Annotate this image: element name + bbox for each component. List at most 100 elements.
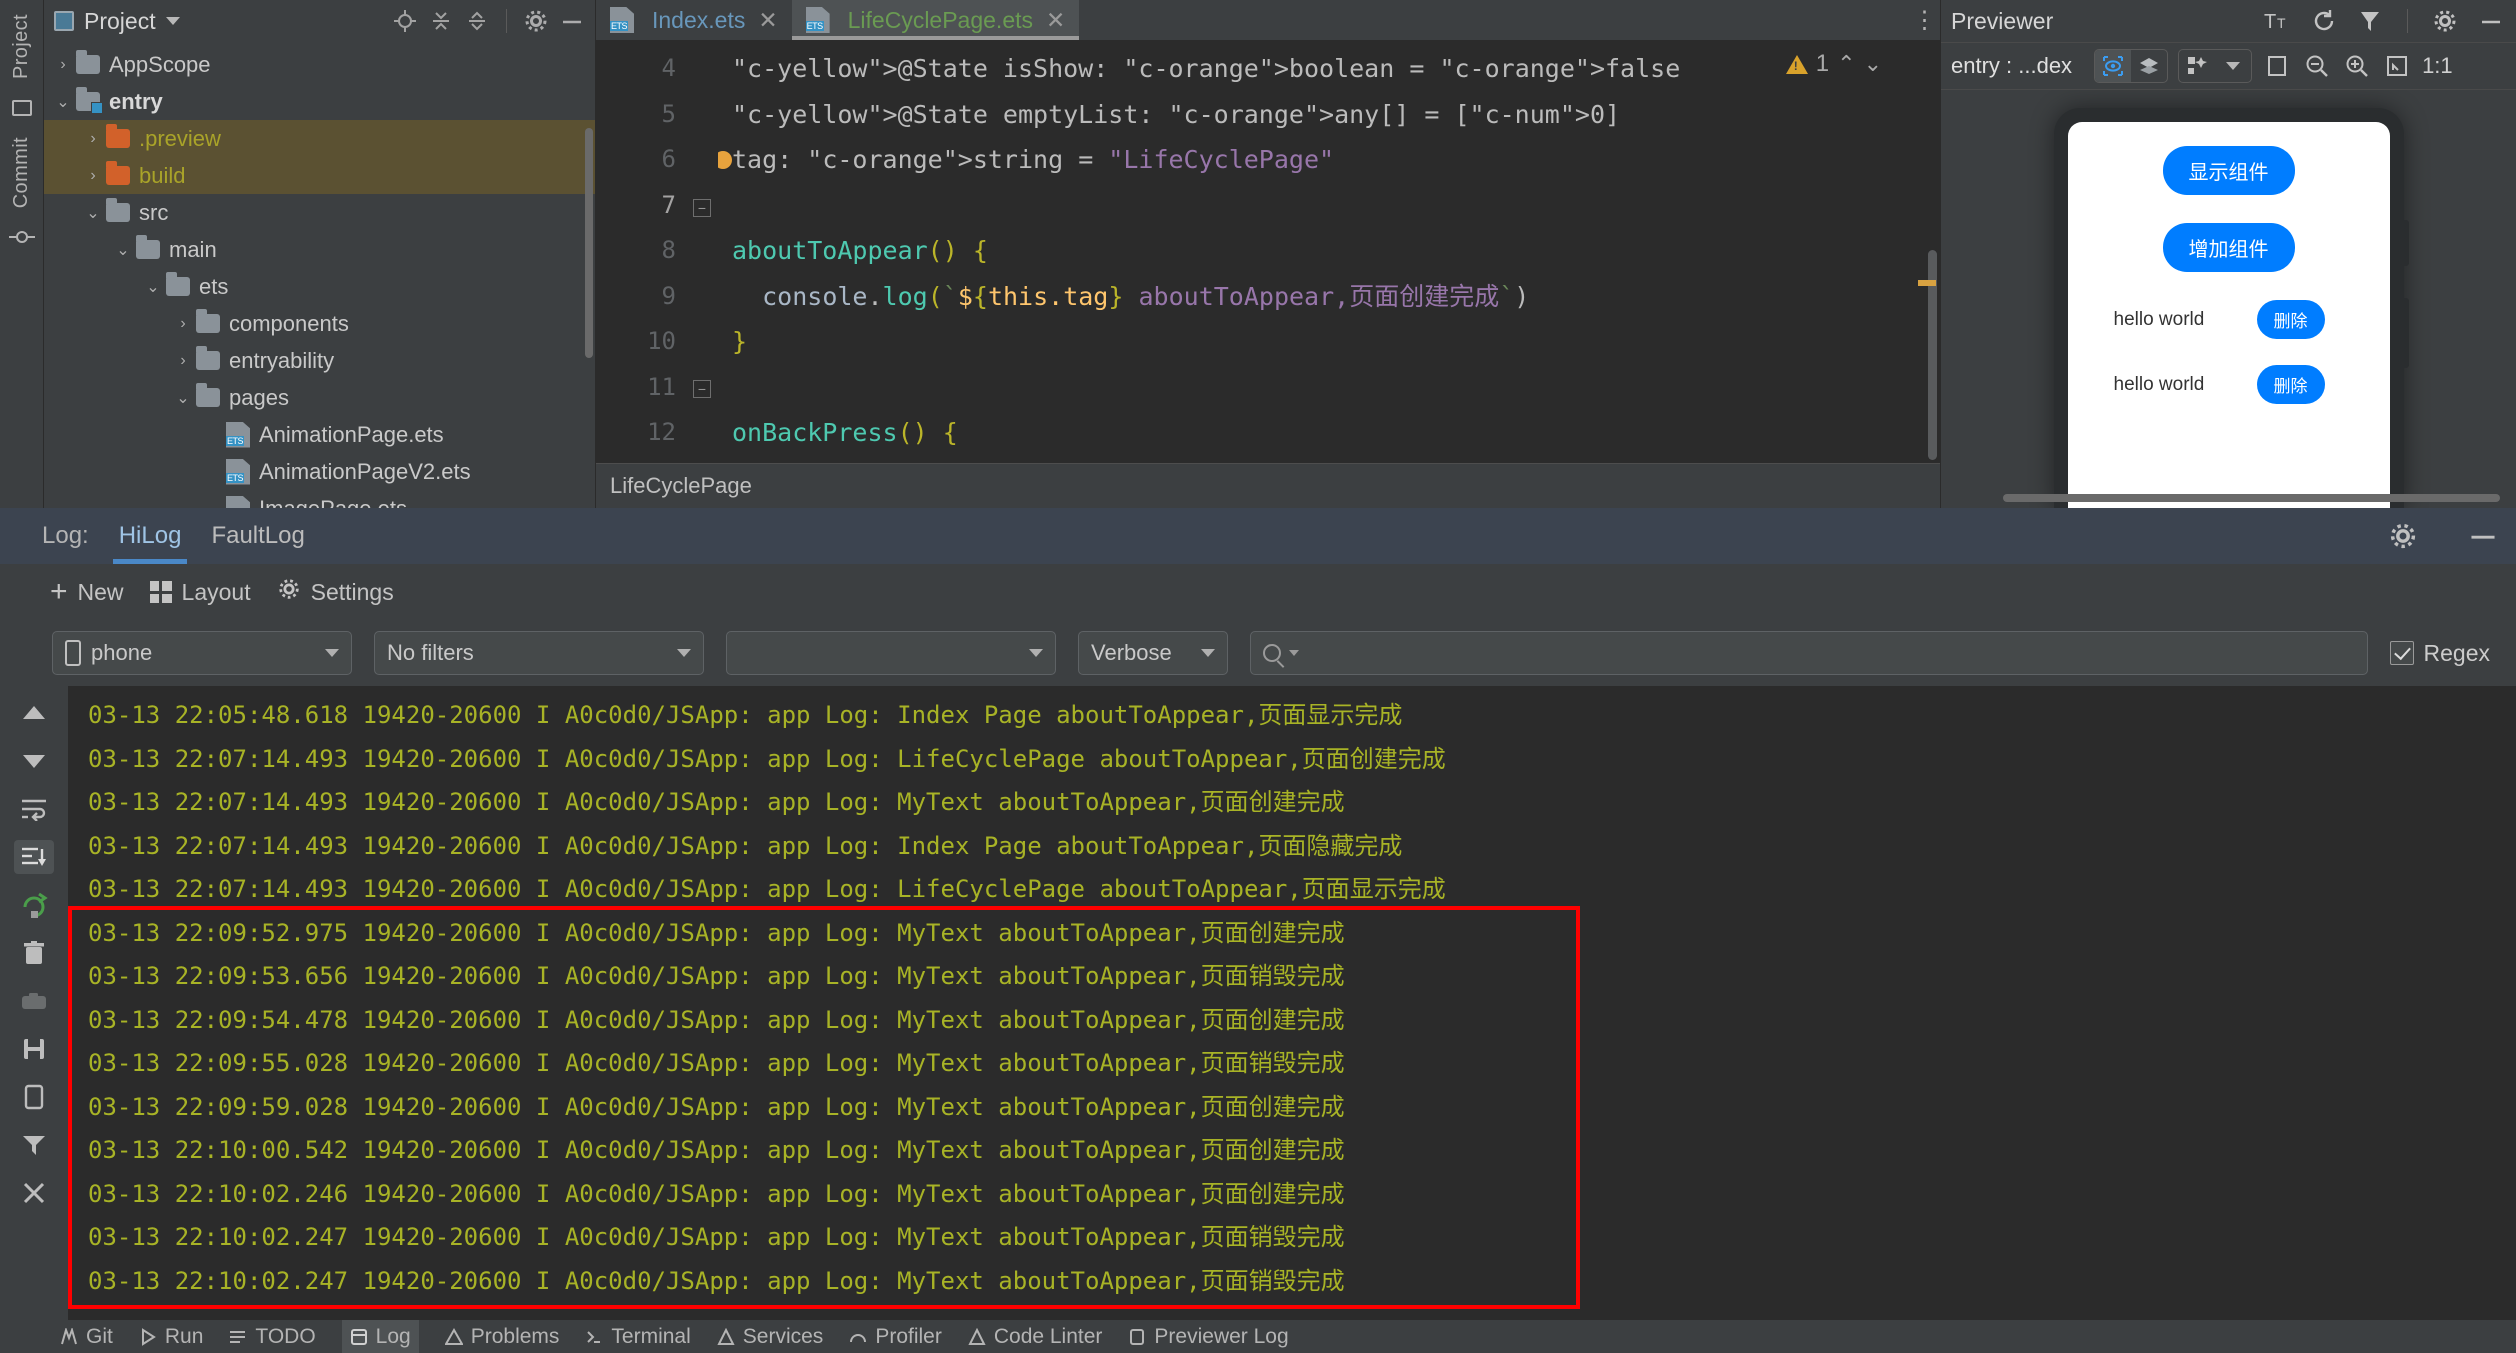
fold-icon[interactable]: − [693,380,711,398]
inspection-warning-badge[interactable]: 1 ⌃ ⌄ [1786,50,1882,78]
multi-device-icon[interactable] [2179,50,2215,82]
project-icon[interactable] [9,95,35,121]
tree-item[interactable]: ›.preview [44,120,595,157]
chevron-down-icon[interactable]: ⌄ [170,388,196,408]
tree-item[interactable]: ⌄src [44,194,595,231]
status-bar-item[interactable]: Problems [445,1320,560,1353]
device-select[interactable]: phone [52,631,352,675]
device-icon[interactable] [14,1080,54,1114]
breadcrumb[interactable]: LifeCyclePage [596,463,1940,508]
tree-item[interactable]: ›build [44,157,595,194]
tree-item[interactable]: ⌄ets [44,268,595,305]
device-screen[interactable]: 显示组件增加组件hello world删除hello world删除 [2068,122,2390,508]
log-new-button[interactable]: + New [50,579,124,606]
regex-checkbox[interactable] [2390,641,2414,665]
fit-screen-icon[interactable] [2382,51,2412,81]
minimize-icon[interactable] [2466,519,2500,553]
device-button[interactable]: 显示组件 [2163,146,2295,195]
code-editor[interactable]: "c-yellow">@State isShow: "c-orange">boo… [718,40,1940,463]
restart-icon[interactable] [14,888,54,922]
log-search-box[interactable] [1250,631,2368,675]
tree-item[interactable]: ⌄entry [44,83,595,120]
status-bar-item[interactable]: Terminal [585,1320,690,1353]
chevron-down-icon[interactable]: ⌄ [140,277,166,297]
chevron-down-icon[interactable] [2215,50,2251,82]
filter-icon[interactable] [14,1128,54,1162]
log-search-input[interactable] [1307,640,2355,666]
device-delete-button[interactable]: 删除 [2257,300,2325,339]
wrap-lines-icon[interactable] [14,792,54,826]
log-layout-button[interactable]: Layout [150,579,251,606]
status-bar-item[interactable]: Code Linter [968,1320,1103,1353]
tree-item[interactable]: ⌄pages [44,379,595,416]
previewer-stage[interactable]: 显示组件增加组件hello world删除hello world删除 [1941,90,2516,508]
editor-more-icon[interactable]: ⋮ [1910,0,1940,40]
chevron-right-icon[interactable]: › [80,167,106,185]
status-bar-item[interactable]: Previewer Log [1128,1320,1288,1353]
fold-gutter[interactable]: − − − [686,40,718,463]
settings-gear-icon[interactable] [523,8,549,34]
scroll-to-end-icon[interactable] [14,840,54,874]
filter-select[interactable]: No filters [374,631,704,675]
status-bar-item[interactable]: Log [342,1320,419,1353]
status-bar-item[interactable]: Run [139,1320,204,1353]
close-icon[interactable] [14,1176,54,1210]
chevron-right-icon[interactable]: › [50,56,76,74]
close-icon[interactable]: ✕ [758,7,777,34]
log-tab[interactable]: HiLog [119,508,182,564]
chevron-right-icon[interactable]: › [170,352,196,370]
editor-tab[interactable]: ETSIndex.ets✕ [596,0,792,40]
tree-item[interactable]: ›AppScope [44,46,595,83]
zoom-out-icon[interactable] [2302,51,2332,81]
expand-all-icon[interactable] [428,8,454,34]
next-problem-icon[interactable]: ⌄ [1864,51,1882,77]
tree-item[interactable]: ⌄main [44,231,595,268]
tree-item[interactable]: ETSAnimationPageV2.ets [44,453,595,490]
rail-label-project[interactable]: Project [10,14,33,79]
font-size-icon[interactable]: TT [2263,6,2293,36]
camera-icon[interactable] [14,984,54,1018]
chevron-down-icon[interactable]: ⌄ [110,240,136,260]
process-select[interactable] [726,631,1056,675]
prev-problem-icon[interactable]: ⌃ [1837,51,1855,77]
tree-item[interactable]: ETSImagePage.ets [44,490,595,508]
collapse-all-icon[interactable] [464,8,490,34]
status-bar-item[interactable]: Git [60,1320,113,1353]
minimize-icon[interactable] [2476,6,2506,36]
log-level-select[interactable]: Verbose [1078,631,1228,675]
status-bar-item[interactable]: Services [717,1320,824,1353]
refresh-icon[interactable] [2309,6,2339,36]
regex-toggle[interactable]: Regex [2390,640,2490,667]
tree-scrollbar[interactable] [585,128,593,358]
device-delete-button[interactable]: 删除 [2257,365,2325,404]
status-bar-item[interactable]: Profiler [849,1320,942,1353]
chevron-down-icon[interactable]: ⌄ [80,203,106,223]
save-icon[interactable] [14,1032,54,1066]
clear-icon[interactable] [14,936,54,970]
close-icon[interactable]: ✕ [1046,7,1065,34]
previewer-entry-label[interactable]: entry : ...dex [1951,53,2072,79]
fold-icon[interactable]: − [693,199,711,217]
tree-item[interactable]: ›components [44,305,595,342]
zoom-in-icon[interactable] [2342,51,2372,81]
inspector-icon[interactable] [2355,6,2385,36]
status-bar-item[interactable]: TODO [229,1320,315,1353]
previewer-zoom-level[interactable]: 1:1 [2422,53,2453,79]
log-settings-button[interactable]: Settings [277,577,394,607]
previewer-device-group[interactable] [2178,49,2252,83]
locate-icon[interactable] [392,8,418,34]
commit-icon[interactable] [9,224,35,250]
tree-item[interactable]: ETSAnimationPage.ets [44,416,595,453]
chevron-down-icon[interactable]: ⌄ [50,92,76,112]
log-output[interactable]: 03-13 22:05:48.618 19420-20600 I A0c0d0/… [68,686,2516,1320]
minimize-icon[interactable] [559,8,585,34]
scroll-down-icon[interactable] [14,744,54,778]
settings-gear-icon[interactable] [2430,6,2460,36]
editor-tab[interactable]: ETSLifeCyclePage.ets✕ [792,0,1080,40]
chevron-down-icon[interactable] [1289,650,1299,656]
layers-icon[interactable] [2131,50,2167,82]
tree-item[interactable]: ›entryability [44,342,595,379]
log-tab[interactable]: FaultLog [211,508,304,564]
project-tree[interactable]: ›AppScope⌄entry›.preview›build⌄src⌄main⌄… [44,42,595,508]
intention-bulb-icon[interactable] [718,151,732,169]
